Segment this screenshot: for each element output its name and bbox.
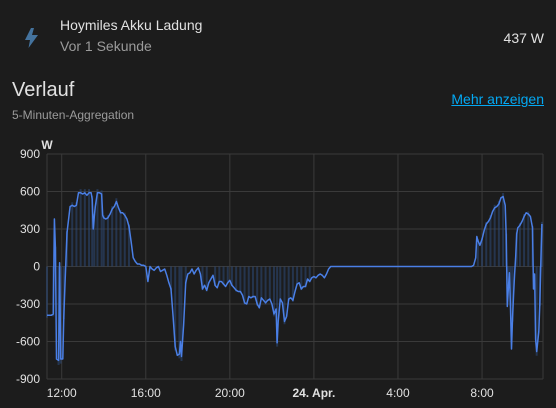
y-tick-label: -900 [16, 372, 40, 386]
x-tick-label: 12:00 [47, 386, 77, 400]
x-tick-label: 16:00 [131, 386, 161, 400]
x-tick-label: 4:00 [386, 386, 410, 400]
x-tick-label: 20:00 [215, 386, 245, 400]
entity-state-value: 437 W [503, 30, 544, 46]
entity-name[interactable]: Hoymiles Akku Ladung [60, 17, 202, 33]
y-tick-label: -300 [16, 297, 40, 311]
x-tick-label: 24. Apr. [292, 386, 335, 400]
history-title: Verlauf [12, 79, 75, 101]
history-chart[interactable]: W900 600 300 0 -300 -600 -900 12:00 16:00 20:00 24… [0, 135, 556, 408]
y-tick-label: 0 [33, 260, 40, 274]
show-more-link[interactable]: Mehr anzeigen [451, 91, 544, 107]
y-axis-label: W [41, 138, 53, 152]
y-tick-label: -600 [16, 335, 40, 349]
lightning-bolt-icon [20, 26, 44, 50]
y-tick-label: 900 [20, 147, 40, 161]
x-tick-label: 8:00 [470, 386, 494, 400]
y-tick-label: 300 [20, 222, 40, 236]
entity-row[interactable]: Hoymiles Akku Ladung Vor 1 Sekunde 437 W [0, 0, 556, 72]
history-subtitle: 5-Minuten-Aggregation [12, 108, 135, 122]
y-tick-label: 600 [20, 185, 40, 199]
entity-last-changed: Vor 1 Sekunde [60, 38, 152, 54]
